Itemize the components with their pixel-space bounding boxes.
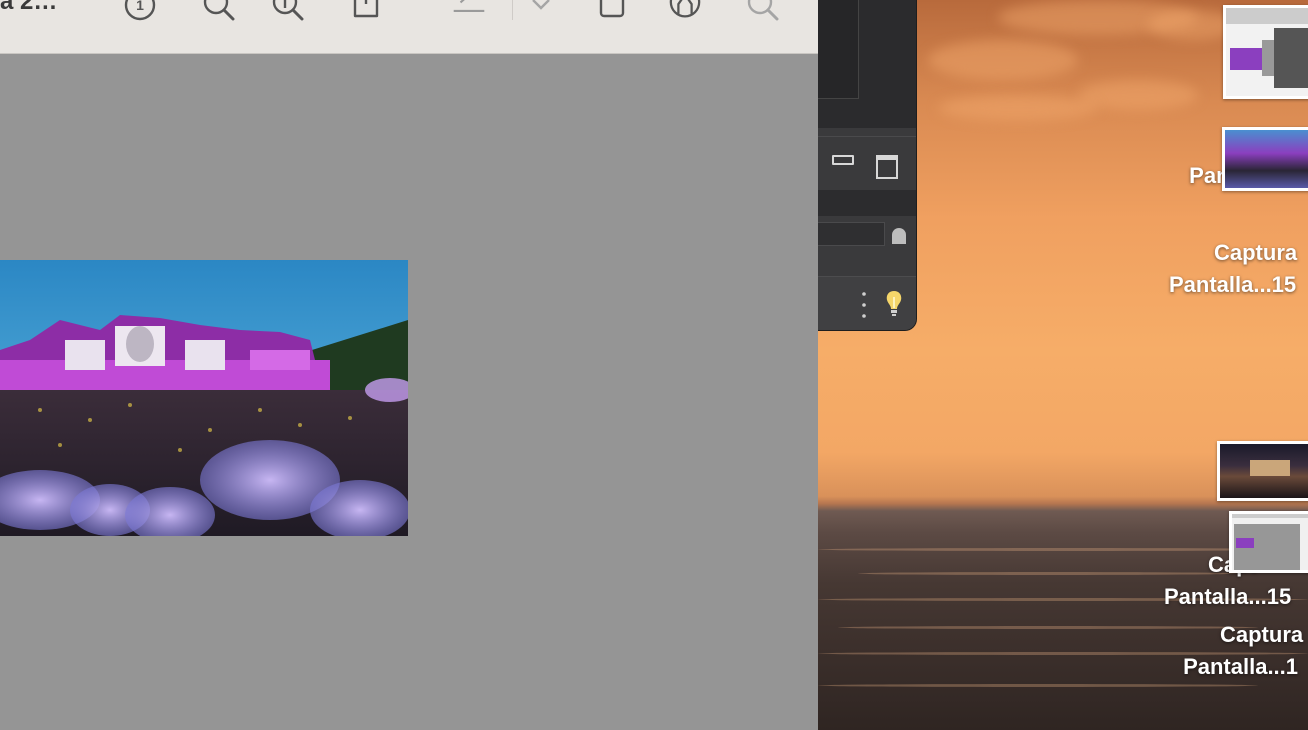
app-panel bbox=[818, 0, 916, 128]
app-window-controls bbox=[818, 136, 916, 191]
file-label-line1: Captura bbox=[1214, 240, 1298, 265]
window-icon[interactable] bbox=[876, 155, 898, 179]
file-label-line1: Captura bbox=[1220, 622, 1304, 647]
file-label-line2: Pantalla...15 bbox=[1164, 584, 1292, 609]
app-inner-pane bbox=[818, 0, 859, 99]
zoom-in-icon[interactable] bbox=[270, 0, 304, 22]
search-icon[interactable] bbox=[745, 0, 779, 22]
app-strip bbox=[818, 190, 916, 216]
file-label-line2: Pantalla...1 bbox=[1183, 654, 1299, 679]
more-options-icon[interactable] bbox=[862, 291, 866, 319]
app-input-field[interactable] bbox=[818, 222, 885, 246]
svg-text:1: 1 bbox=[136, 0, 144, 13]
background-app-window[interactable] bbox=[818, 0, 917, 331]
scroll-handle[interactable] bbox=[892, 228, 906, 244]
file-label: Captura Pantalla...15 bbox=[1168, 237, 1297, 301]
lightbulb-icon[interactable] bbox=[884, 289, 904, 319]
concert-image bbox=[0, 260, 408, 536]
chevron-down-icon[interactable] bbox=[524, 0, 558, 22]
markup-pen-icon[interactable] bbox=[452, 0, 486, 22]
file-thumbnail bbox=[1217, 441, 1308, 501]
file-thumbnail bbox=[1229, 511, 1308, 573]
highlight-icon[interactable] bbox=[668, 0, 702, 22]
preview-toolbar: a 2… 1 bbox=[0, 0, 818, 54]
preview-window[interactable]: a 2… 1 bbox=[0, 0, 818, 730]
document-title: a 2… bbox=[0, 0, 58, 15]
zoom-out-icon[interactable] bbox=[201, 0, 235, 22]
file-thumbnail bbox=[1223, 5, 1308, 99]
app-bottom-bar bbox=[818, 276, 916, 330]
file-thumbnail bbox=[1222, 127, 1308, 191]
rotate-icon[interactable] bbox=[595, 0, 629, 22]
file-label: Captura Pantalla...1 bbox=[1178, 619, 1303, 683]
info-icon[interactable]: 1 bbox=[123, 0, 157, 22]
file-label-line2: Pantalla...15 bbox=[1168, 272, 1297, 297]
minimize-icon[interactable] bbox=[832, 155, 854, 165]
share-icon[interactable] bbox=[349, 0, 383, 22]
toolbar-separator bbox=[512, 0, 513, 20]
